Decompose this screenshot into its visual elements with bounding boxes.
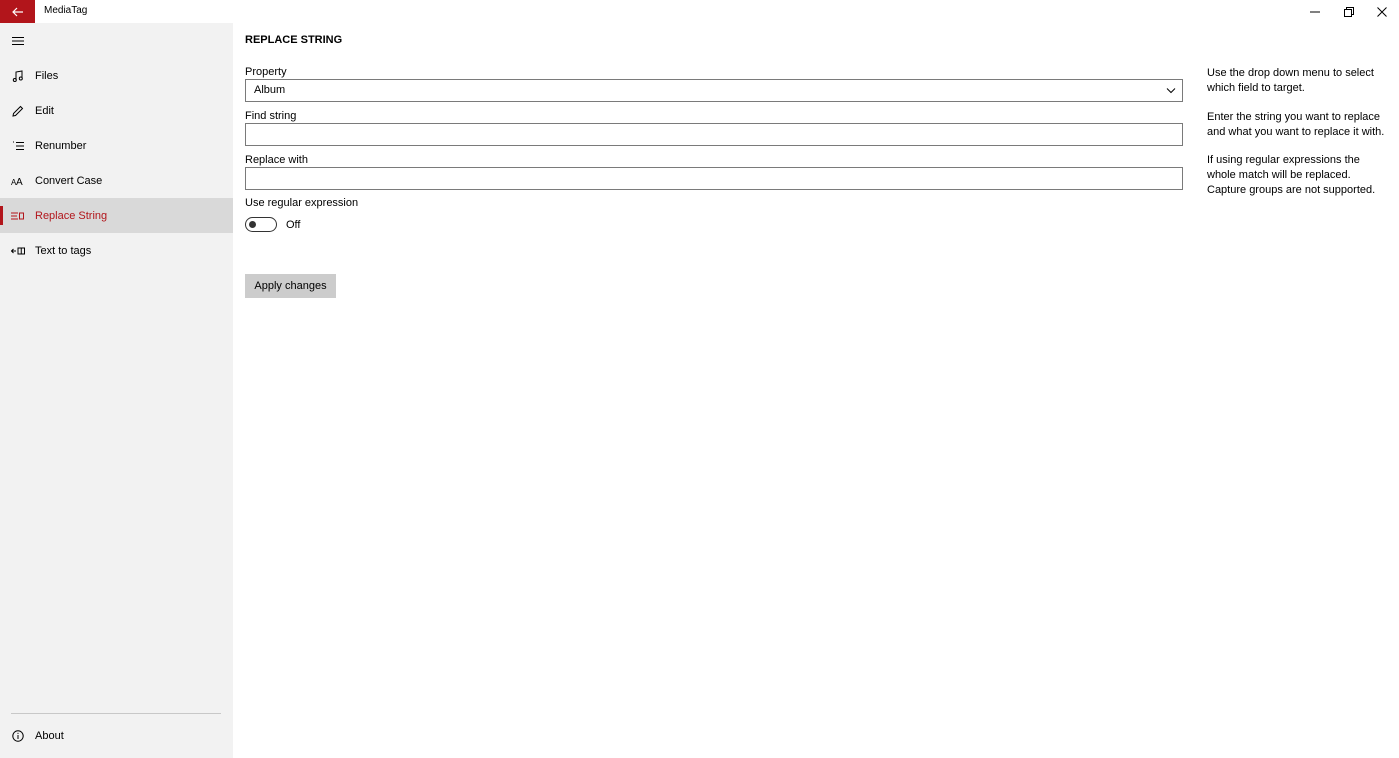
nav-item-replace-string[interactable]: Replace String — [0, 198, 233, 233]
nav-item-label: Renumber — [35, 139, 87, 152]
nav-item-label: Files — [35, 69, 59, 82]
numbered-list-icon — [12, 141, 24, 150]
find-string-label: Find string — [245, 110, 297, 122]
replace-with-label: Replace with — [245, 154, 308, 166]
pencil-icon — [11, 105, 23, 117]
nav-divider — [11, 713, 221, 714]
minimize-icon — [1310, 11, 1320, 12]
help-text-replace: Enter the string you want to replace and… — [1207, 110, 1392, 140]
help-line: whole match will be replaced. — [1207, 169, 1351, 181]
help-line: Use the drop down menu to select — [1207, 67, 1374, 79]
font-case-icon: A A — [11, 177, 23, 187]
property-label: Property — [245, 66, 287, 78]
title-bar: MediaTag — [0, 0, 1399, 23]
minimize-button[interactable] — [1298, 0, 1332, 23]
nav-item-text-to-tags[interactable]: Text to tags — [0, 233, 233, 268]
help-line: and what you want to replace it with. — [1207, 126, 1385, 138]
music-note-icon — [12, 69, 23, 82]
help-line: Capture groups are not supported. — [1207, 184, 1376, 196]
replace-with-input[interactable] — [245, 167, 1183, 190]
regex-label: Use regular expression — [245, 197, 359, 209]
nav-item-convert-case[interactable]: A A Convert Case — [0, 163, 233, 198]
app-title: MediaTag — [44, 5, 88, 16]
navigation-pane: Files Edit Renumber A A Convert Case Rep… — [0, 23, 233, 758]
nav-item-about[interactable]: About — [0, 718, 233, 753]
nav-item-edit[interactable]: Edit — [0, 93, 233, 128]
svg-text:A: A — [16, 177, 23, 187]
hamburger-button[interactable] — [0, 23, 35, 58]
nav-item-label: Edit — [35, 104, 54, 117]
help-line: Enter the string you want to replace — [1207, 111, 1381, 123]
restore-icon — [1344, 6, 1354, 17]
back-button[interactable] — [0, 0, 35, 23]
replace-icon — [11, 212, 24, 219]
chevron-down-icon — [1166, 88, 1176, 94]
nav-item-label: Convert Case — [35, 174, 103, 187]
text-to-tag-icon — [10, 247, 25, 254]
regex-toggle[interactable] — [245, 217, 277, 232]
back-arrow-icon — [11, 7, 23, 16]
close-button[interactable] — [1365, 0, 1399, 23]
hamburger-icon — [11, 36, 24, 45]
help-text-target: Use the drop down menu to select which f… — [1207, 66, 1392, 96]
nav-item-renumber[interactable]: Renumber — [0, 128, 233, 163]
regex-toggle-state: Off — [286, 219, 301, 231]
nav-item-label: Text to tags — [35, 244, 92, 257]
nav-item-files[interactable]: Files — [0, 58, 233, 93]
info-icon — [11, 729, 24, 742]
property-dropdown[interactable]: Album — [245, 79, 1183, 102]
nav-item-label: Replace String — [35, 209, 108, 222]
close-icon — [1377, 6, 1387, 17]
page-title: REPLACE STRING — [245, 34, 343, 46]
find-string-input[interactable] — [245, 123, 1183, 146]
restore-button[interactable] — [1332, 0, 1366, 23]
nav-item-label: About — [35, 729, 64, 742]
toggle-knob — [249, 220, 256, 228]
help-text-regex: If using regular expressions the whole m… — [1207, 153, 1392, 198]
help-line: which field to target. — [1207, 82, 1305, 94]
help-line: If using regular expressions the — [1207, 154, 1360, 166]
apply-changes-button[interactable]: Apply changes — [245, 274, 336, 298]
property-dropdown-value: Album — [254, 84, 286, 96]
